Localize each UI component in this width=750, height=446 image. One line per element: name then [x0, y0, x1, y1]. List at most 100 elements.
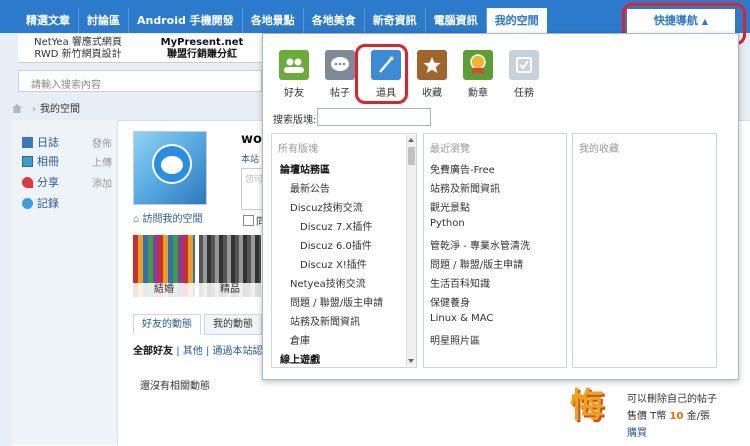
sidebar-item-album[interactable]: 相冊 上傳: [22, 153, 117, 169]
price-suffix: 金/張: [686, 411, 710, 422]
sidebar-item-share[interactable]: 分享 添加: [22, 174, 117, 190]
recent-item[interactable]: 生活百科知識: [430, 275, 490, 290]
nav-tab-food[interactable]: 各地美食: [304, 8, 365, 33]
board-item[interactable]: 問題 / 聯盟/版主申請: [290, 294, 383, 309]
regret-card-image[interactable]: 悔: [570, 382, 620, 430]
gallery: 結婚 精品: [133, 235, 263, 297]
breadcrumb-current[interactable]: 我的空間: [40, 104, 80, 115]
recent-item[interactable]: 觀光景點: [430, 199, 470, 214]
tab-friends-feed[interactable]: 好友的動態: [133, 314, 201, 335]
gallery-item-boutique[interactable]: 精品: [199, 235, 261, 297]
app-shortcuts: 好友 帖子 道具 收藏 勳章 任務: [271, 50, 547, 99]
recent-item[interactable]: 保健養身: [430, 294, 470, 309]
search-input[interactable]: 請輸入搜索內容: [18, 70, 262, 92]
sidebar-item-label: 日誌: [37, 136, 59, 149]
ad-bar: NetYea 響應式網頁 RWD 新竹網頁設計 MyPresent.net 聯盟…: [18, 34, 262, 63]
quick-nav-button[interactable]: 快捷導航 ▲: [627, 9, 735, 33]
tab-my-feed[interactable]: 我的動態: [204, 314, 262, 335]
scroll-thumb[interactable]: [408, 147, 415, 165]
board-item[interactable]: Discuz 7.X插件: [300, 218, 372, 233]
board-item[interactable]: 站務及新聞資訊: [290, 313, 360, 328]
board-item[interactable]: 最新公告: [290, 180, 330, 195]
feed-empty-message: 還沒有相關動態: [140, 381, 210, 392]
feed-filters: 全部好友 | 其他 | 通過本站認識: [133, 342, 273, 357]
avatar[interactable]: [133, 131, 207, 205]
share-icon: [22, 177, 33, 188]
tasks-icon: [509, 50, 539, 80]
recent-item[interactable]: 站務及新聞資訊: [430, 180, 500, 195]
app-tasks[interactable]: 任務: [501, 50, 547, 99]
ad-netyea[interactable]: NetYea 響應式網頁 RWD 新竹網頁設計: [18, 37, 138, 61]
board-search-label: 搜索版塊:: [273, 115, 317, 126]
sidebar-action[interactable]: 發佈: [92, 135, 112, 150]
boards-scrollbar[interactable]: [406, 135, 416, 366]
scroll-up-icon[interactable]: [408, 138, 414, 142]
all-boards-list: 所有版塊 論壇站務區 最新公告 Discuz技術交流 Discuz 7.X插件 …: [271, 133, 417, 368]
visit-my-space-link[interactable]: ⌂ 訪問我的空間: [133, 210, 203, 225]
recent-item[interactable]: Linux & MAC: [430, 313, 493, 324]
recent-item[interactable]: Python: [430, 218, 465, 229]
filter-separator: |: [176, 346, 180, 357]
buy-link[interactable]: 購買: [627, 424, 647, 439]
nav-tab-android[interactable]: Android 手機開發: [129, 8, 243, 33]
app-favorites[interactable]: 收藏: [409, 50, 455, 99]
posts-icon: [325, 50, 355, 80]
scroll-down-icon[interactable]: [408, 359, 414, 363]
visit-label: 訪問我的空間: [142, 214, 203, 225]
board-item[interactable]: Netyea技術交流: [290, 275, 366, 290]
gallery-caption: 精品: [199, 283, 261, 297]
recent-item[interactable]: 問題 / 聯盟/版主申請: [430, 256, 523, 271]
nav-tab-places[interactable]: 各地景點: [243, 8, 304, 33]
sidebar-item-diary[interactable]: 日誌 發佈: [22, 134, 117, 150]
breadcrumb-separator: ›: [32, 104, 36, 115]
top-nav: 精選文章 討論區 Android 手機開發 各地景點 各地美食 新奇資訊 電腦資…: [0, 0, 750, 33]
board-item[interactable]: Discuz 6.0插件: [300, 237, 372, 252]
nav-tab-computer[interactable]: 電腦資訊: [426, 8, 487, 33]
record-icon: [22, 198, 33, 209]
my-favorites-list: 我的收藏: [572, 133, 717, 368]
nav-tab-my-space[interactable]: 我的空間: [486, 8, 547, 33]
sidebar-item-label: 分享: [37, 176, 59, 189]
app-friends[interactable]: 好友: [271, 50, 317, 99]
sync-checkbox[interactable]: [243, 215, 254, 226]
app-label: 收藏: [422, 88, 442, 99]
sidebar-action[interactable]: 上傳: [92, 154, 112, 169]
tools-icon: [371, 50, 401, 80]
price-number: 10: [669, 411, 684, 422]
all-boards-title: 所有版塊: [278, 144, 318, 155]
album-icon: [22, 156, 33, 167]
filter-all-friends[interactable]: 全部好友: [133, 346, 173, 357]
app-label: 任務: [514, 88, 534, 99]
app-label: 勳章: [468, 88, 488, 99]
board-item[interactable]: 論壇站務區: [280, 161, 330, 176]
nav-tab-news[interactable]: 新奇資訊: [365, 8, 426, 33]
filter-other[interactable]: 其他: [183, 346, 203, 357]
app-posts[interactable]: 帖子: [317, 50, 363, 99]
site-link[interactable]: 本站: [241, 152, 259, 165]
board-item[interactable]: 線上遊戲: [280, 351, 320, 366]
recent-boards-list: 最近瀏覽 免費廣告-Free 站務及新聞資訊 觀光景點 Python 管乾淨 -…: [423, 133, 567, 368]
recent-item[interactable]: 明星照片區: [430, 332, 480, 347]
search-placeholder: 請輸入搜索內容: [31, 80, 101, 91]
filter-separator: |: [205, 346, 210, 357]
app-medals[interactable]: 勳章: [455, 50, 501, 99]
board-item[interactable]: Discuz X!插件: [300, 256, 367, 271]
recent-item[interactable]: 免費廣告-Free: [430, 161, 495, 176]
gallery-item-wedding[interactable]: 結婚: [133, 235, 195, 297]
app-tools[interactable]: 道具: [363, 50, 409, 99]
my-favorites-title: 我的收藏: [579, 144, 619, 155]
board-search-input[interactable]: [317, 108, 431, 126]
app-label: 好友: [284, 88, 304, 99]
recent-item[interactable]: 管乾淨 - 專業水管清洗: [430, 237, 530, 252]
nav-tabs: 精選文章 討論區 Android 手機開發 各地景點 各地美食 新奇資訊 電腦資…: [18, 8, 547, 33]
ad-line: 聯盟行銷賺分紅: [167, 49, 237, 60]
board-item[interactable]: 倉庫: [290, 332, 310, 347]
nav-tab-forum[interactable]: 討論區: [79, 8, 129, 33]
sidebar-action[interactable]: 添加: [92, 175, 112, 190]
home-icon[interactable]: [12, 104, 22, 113]
nav-tab-articles[interactable]: 精選文章: [18, 8, 79, 33]
ad-line: RWD 新竹網頁設計: [34, 49, 122, 60]
ad-mypresent[interactable]: MyPresent.net 聯盟行銷賺分紅: [142, 37, 262, 61]
sidebar-item-record[interactable]: 記錄: [22, 195, 117, 211]
board-item[interactable]: Discuz技術交流: [290, 199, 363, 214]
